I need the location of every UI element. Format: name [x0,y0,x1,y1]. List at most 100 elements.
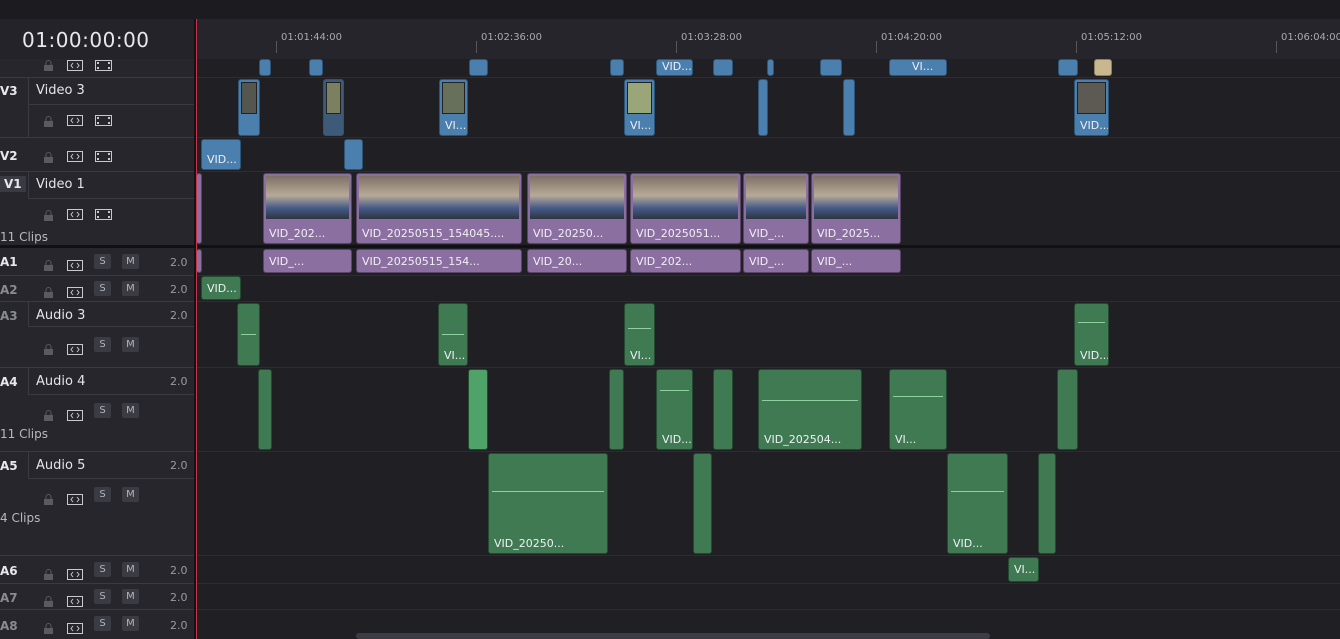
solo-button[interactable]: S [94,281,111,296]
audio-clip[interactable] [609,369,624,450]
auto-select-icon[interactable] [67,565,83,580]
audio-clip[interactable]: VID_20250... [488,453,608,554]
audio-clip[interactable] [237,303,260,366]
lock-icon[interactable] [42,56,55,71]
video-clip[interactable] [713,59,733,76]
auto-select-icon[interactable] [67,490,83,505]
video-clip[interactable]: VI... [889,59,947,76]
video-clip[interactable] [469,59,488,76]
track-id-a3[interactable]: A3 [0,309,18,323]
audio-clip[interactable] [1057,369,1078,450]
audio-clip[interactable]: VID_... [811,249,901,273]
solo-button[interactable]: S [94,337,111,352]
video-clip[interactable] [758,79,768,136]
video-audio-divider[interactable] [0,245,1340,248]
auto-select-icon[interactable] [67,147,83,162]
lock-icon[interactable] [42,340,55,355]
lock-icon[interactable] [42,406,55,421]
mute-button[interactable]: M [122,337,139,352]
solo-button[interactable]: S [94,403,111,418]
solo-button[interactable]: S [94,562,111,577]
lock-icon[interactable] [42,148,55,163]
auto-select-icon[interactable] [67,283,83,298]
track-name-a4[interactable]: Audio 4 [36,374,85,389]
video-clip[interactable]: VID_202... [263,173,352,244]
mute-button[interactable]: M [122,616,139,631]
lock-icon[interactable] [42,283,55,298]
timeline-area[interactable] [196,59,1340,639]
track-id-a6[interactable]: A6 [0,564,18,578]
audio-clip[interactable]: VID_20... [527,249,627,273]
mute-button[interactable]: M [122,562,139,577]
auto-select-icon[interactable] [67,406,83,421]
video-clip[interactable] [259,59,271,76]
video-clip[interactable]: VID... [656,59,693,76]
auto-select-icon[interactable] [67,619,83,634]
mute-button[interactable]: M [122,281,139,296]
track-id-a2[interactable]: A2 [0,283,18,297]
track-id-a5[interactable]: A5 [0,459,18,473]
track-id-v3[interactable]: V3 [0,84,18,98]
mute-button[interactable]: M [122,254,139,269]
track-id-a7[interactable]: A7 [0,591,18,605]
video-clip[interactable] [344,139,363,170]
video-clip[interactable] [309,59,323,76]
audio-clip[interactable]: VI... [1008,557,1039,582]
auto-select-icon[interactable] [67,592,83,607]
audio-clip[interactable]: VI... [438,303,468,366]
auto-select-icon[interactable] [67,256,83,271]
solo-button[interactable]: S [94,254,111,269]
audio-clip[interactable] [258,369,272,450]
horizontal-scrollbar[interactable] [356,633,990,639]
video-clip[interactable]: VID_20250515_154045.... [356,173,522,244]
video-clip[interactable] [610,59,624,76]
timecode-display[interactable]: 01:00:00:00 [22,28,150,52]
video-clip[interactable]: VID... [201,139,241,170]
track-id-a1[interactable]: A1 [0,255,18,269]
lock-icon[interactable] [42,206,55,221]
audio-clip[interactable]: VID... [656,369,693,450]
track-id-v1[interactable]: V1 [0,176,26,192]
audio-clip[interactable]: VID... [201,276,241,300]
auto-select-icon[interactable] [67,340,83,355]
mute-button[interactable]: M [122,487,139,502]
video-toggle-icon[interactable] [95,147,112,162]
audio-clip[interactable]: VID... [947,453,1008,554]
audio-clip[interactable]: VID_... [743,249,809,273]
video-clip[interactable]: VI... [439,79,468,136]
track-name-v3[interactable]: Video 3 [36,83,85,98]
audio-clip[interactable]: VID_202504... [758,369,862,450]
video-clip[interactable]: VI... [624,79,655,136]
video-clip[interactable] [820,59,842,76]
lock-icon[interactable] [42,490,55,505]
audio-clip[interactable] [713,369,733,450]
mute-button[interactable]: M [122,589,139,604]
track-id-a8[interactable]: A8 [0,619,18,633]
mute-button[interactable]: M [122,403,139,418]
lock-icon[interactable] [42,565,55,580]
lock-icon[interactable] [42,112,55,127]
timeline-ruler[interactable] [196,19,1340,60]
video-toggle-icon[interactable] [95,205,112,220]
video-clip[interactable] [323,79,344,136]
auto-select-icon[interactable] [67,56,83,71]
video-clip[interactable] [843,79,855,136]
video-clip[interactable] [767,59,774,76]
video-clip[interactable]: VID... [1074,79,1109,136]
playhead[interactable] [196,19,197,639]
track-id-v2[interactable]: V2 [0,149,18,163]
track-id-a4[interactable]: A4 [0,375,18,389]
video-clip[interactable] [238,79,260,136]
audio-clip[interactable] [1038,453,1056,554]
lock-icon[interactable] [42,592,55,607]
audio-clip[interactable]: VI... [889,369,947,450]
audio-clip[interactable]: VID_202... [630,249,741,273]
video-clip[interactable] [1058,59,1078,76]
solo-button[interactable]: S [94,589,111,604]
video-toggle-icon[interactable] [95,56,112,71]
auto-select-icon[interactable] [67,111,83,126]
lock-icon[interactable] [42,619,55,634]
lock-icon[interactable] [42,256,55,271]
audio-clip[interactable]: VID_20250515_154... [356,249,522,273]
track-name-a3[interactable]: Audio 3 [36,308,85,323]
